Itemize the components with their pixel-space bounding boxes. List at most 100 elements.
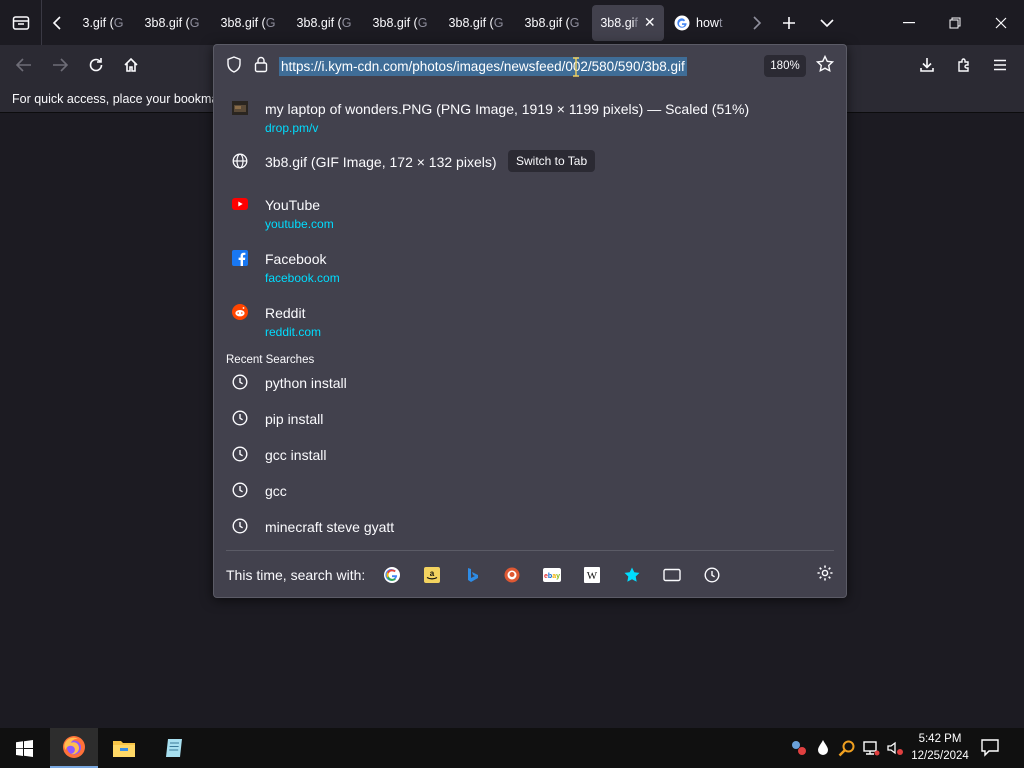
tab-label-fade: G [341, 15, 352, 30]
chevron-down-icon [820, 18, 834, 27]
history-clock-icon [232, 446, 248, 462]
tab[interactable]: 3b8.gif (G [362, 5, 438, 41]
folder-icon [113, 741, 135, 757]
home-button[interactable] [116, 51, 146, 79]
tab[interactable]: 3b8.gif (G [134, 5, 210, 41]
recent-search-label: pip install [265, 411, 324, 427]
result-url: drop.pm/v [265, 121, 319, 135]
notification-icon[interactable] [980, 737, 1000, 757]
recent-search-item[interactable]: gcc install [226, 437, 834, 473]
droplet-icon[interactable] [814, 739, 832, 757]
recent-search-item[interactable]: minecraft steve gyatt [226, 509, 834, 545]
tab-label-fade: G [569, 15, 580, 30]
clock-time: 5:42 PM [918, 733, 962, 745]
back-button[interactable] [9, 51, 39, 79]
firefox-view-button[interactable] [0, 0, 42, 45]
tabs-list: 3.gif (G 3b8.gif (G 3b8.gif (G 3b8.gif (… [72, 0, 744, 45]
close-icon [995, 17, 1007, 28]
network-icon[interactable] [862, 739, 880, 757]
tab[interactable]: 3b8.gif (G [286, 5, 362, 41]
taskbar-firefox[interactable] [50, 728, 98, 768]
tab-label-fade: t [718, 15, 723, 30]
downloads-button[interactable] [912, 51, 942, 79]
restore-icon [949, 17, 961, 28]
recent-search-item[interactable]: python install [226, 365, 834, 401]
gear-icon[interactable] [816, 564, 834, 582]
result-row[interactable]: Facebook facebook.com [226, 241, 834, 291]
duckduckgo-icon[interactable] [502, 565, 522, 585]
result-url: facebook.com [265, 271, 340, 285]
volume-muted-icon[interactable] [886, 739, 904, 757]
result-title: 3b8.gif (GIF Image, 172 × 132 pixels) [265, 154, 497, 170]
recent-search-item[interactable]: gcc [226, 473, 834, 509]
text-cursor-icon [573, 57, 579, 77]
windows-logo-icon [15, 739, 33, 757]
facebook-icon [232, 250, 248, 266]
bing-icon[interactable] [462, 565, 482, 585]
amazon-icon[interactable]: a [422, 565, 442, 585]
taskbar-notepad[interactable] [150, 728, 198, 768]
forward-button[interactable] [45, 51, 75, 79]
history-icon[interactable] [702, 565, 722, 585]
divider [226, 550, 834, 551]
wikipedia-icon[interactable]: W [582, 565, 602, 585]
tab-label-fade: G [493, 15, 504, 30]
tab-scroll-right-button[interactable] [744, 0, 770, 45]
reload-icon [89, 58, 103, 72]
bookmarks-hint: For quick access, place your bookmark [12, 92, 229, 106]
bookmarks-star-icon[interactable] [622, 565, 642, 585]
recent-search-item[interactable]: pip install [226, 401, 834, 437]
result-row[interactable]: 3b8.gif (GIF Image, 172 × 132 pixels) Sw… [226, 146, 834, 186]
start-button[interactable] [0, 728, 48, 768]
tab-active[interactable]: 3b8.gi f ✕ [592, 4, 664, 41]
tab[interactable]: 3b8.gif (G [438, 5, 514, 41]
tab-scroll-left-button[interactable] [42, 0, 72, 45]
new-tab-button[interactable] [770, 0, 808, 45]
bookmark-star-icon[interactable] [816, 55, 834, 73]
tabs-icon[interactable] [662, 565, 682, 585]
tab[interactable]: how t [664, 5, 744, 41]
puzzle-icon [958, 58, 969, 72]
tab[interactable]: 3.gif (G [72, 5, 134, 41]
tab-label: 3b8.gif ( [372, 15, 418, 30]
reload-button[interactable] [81, 51, 111, 79]
svg-text:ebay: ebay [544, 573, 560, 580]
tab-close-icon[interactable]: ✕ [644, 14, 656, 31]
restore-button[interactable] [932, 0, 978, 45]
taskbar-clock[interactable]: 5:42 PM 12/25/2024 [904, 731, 976, 765]
result-title: my laptop of wonders.PNG (PNG Image, 191… [265, 101, 750, 117]
recent-search-label: minecraft steve gyatt [265, 519, 395, 535]
taskbar-file-explorer[interactable] [100, 728, 148, 768]
magnifier-icon[interactable] [838, 739, 856, 757]
network-warning-icon[interactable] [790, 739, 808, 757]
home-icon [124, 57, 138, 72]
url-input[interactable]: https://i.kym-cdn.com/photos/images/news… [279, 57, 687, 76]
app-menu-button[interactable] [985, 51, 1015, 79]
list-all-tabs-button[interactable] [808, 0, 846, 45]
google-icon[interactable] [382, 565, 402, 585]
history-clock-icon [232, 482, 248, 498]
tracking-shield-icon[interactable] [226, 56, 242, 73]
minimize-button[interactable] [886, 0, 932, 45]
chevron-right-icon [753, 15, 762, 30]
switch-to-tab-button[interactable]: Switch to Tab [508, 150, 596, 172]
result-row[interactable]: YouTube youtube.com [226, 187, 834, 237]
ebay-icon[interactable]: ebay [542, 565, 562, 585]
close-window-button[interactable] [978, 0, 1024, 45]
google-favicon-icon [674, 15, 690, 30]
recent-search-label: gcc install [265, 447, 327, 463]
globe-icon [232, 153, 248, 169]
result-row[interactable]: Reddit reddit.com [226, 295, 834, 345]
history-clock-icon [232, 410, 248, 426]
tab-label: 3b8.gi [600, 15, 635, 30]
tab[interactable]: 3b8.gif (G [210, 5, 286, 41]
extensions-button[interactable] [949, 51, 979, 79]
result-url: youtube.com [265, 217, 334, 231]
arrow-right-icon [53, 58, 68, 72]
lock-icon[interactable] [254, 56, 268, 73]
tab[interactable]: 3b8.gif (G [514, 5, 590, 41]
tab-label: 3b8.gif ( [448, 15, 494, 30]
tab-label: 3.gif ( [82, 15, 114, 30]
result-row[interactable]: my laptop of wonders.PNG (PNG Image, 191… [226, 91, 834, 141]
zoom-indicator[interactable]: 180% [764, 55, 806, 77]
